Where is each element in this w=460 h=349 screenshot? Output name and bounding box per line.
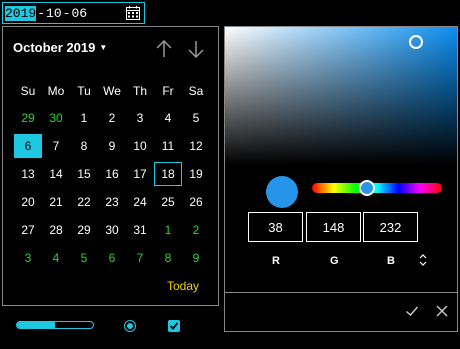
weekday-label: Tu — [77, 84, 91, 98]
red-label: R — [272, 255, 280, 267]
calendar-day[interactable]: 7 — [126, 246, 154, 270]
year-segment[interactable]: 2019 — [5, 5, 37, 21]
calendar-week-row: 27 28 29 30 31 1 2 — [14, 218, 210, 242]
calendar-day[interactable]: 3 — [126, 106, 154, 130]
calendar-day[interactable]: 19 — [182, 162, 210, 186]
weekday-label: Su — [20, 84, 36, 98]
arrow-down-icon[interactable] — [187, 39, 205, 59]
calendar-icon[interactable] — [125, 5, 141, 21]
calendar-day[interactable]: 5 — [70, 246, 98, 270]
calendar-day[interactable]: 20 — [14, 190, 42, 214]
calendar-day[interactable]: 30 — [98, 218, 126, 242]
hue-slider[interactable] — [312, 183, 442, 193]
divider — [225, 292, 457, 293]
calendar-day[interactable]: 12 — [182, 134, 210, 158]
saturation-handle[interactable] — [409, 35, 423, 49]
calendar-day[interactable]: 30 — [42, 106, 70, 130]
calendar-day[interactable]: 21 — [42, 190, 70, 214]
calendar-day[interactable]: 15 — [70, 162, 98, 186]
calendar-day[interactable]: 27 — [14, 218, 42, 242]
checkbox[interactable] — [168, 320, 180, 332]
today-button[interactable]: Today — [167, 279, 199, 293]
calendar-day[interactable]: 17 — [126, 162, 154, 186]
calendar-day[interactable]: 9 — [182, 246, 210, 270]
weekday-label: Fr — [162, 84, 174, 98]
date-separator: - — [62, 5, 71, 21]
month-year-label: October 2019 — [13, 40, 96, 55]
blue-label: B — [387, 255, 395, 267]
weekday-label: Th — [132, 84, 147, 98]
calendar-day[interactable]: 3 — [14, 246, 42, 270]
calendar-day[interactable]: 11 — [154, 134, 182, 158]
month-year-selector[interactable]: October 2019 ▼ — [13, 40, 107, 55]
today-day[interactable]: 18 — [154, 162, 182, 186]
calendar-day[interactable]: 2 — [98, 106, 126, 130]
calendar-popup: October 2019 ▼ Su Mo Tu We Th Fr Sa 29 30… — [2, 26, 219, 306]
hue-handle[interactable] — [359, 180, 375, 196]
caret-down-icon: ▼ — [99, 43, 108, 52]
calendar-day[interactable]: 13 — [14, 162, 42, 186]
progress-slider[interactable] — [16, 321, 94, 329]
calendar-day[interactable]: 16 — [98, 162, 126, 186]
saturation-area[interactable] — [225, 27, 457, 165]
radio-dot — [127, 323, 133, 329]
close-icon[interactable] — [435, 304, 449, 318]
weekday-label: We — [103, 84, 121, 98]
calendar-day[interactable]: 1 — [154, 218, 182, 242]
calendar-day[interactable]: 9 — [98, 134, 126, 158]
weekday-label: Mo — [47, 84, 65, 98]
calendar-day[interactable]: 28 — [42, 218, 70, 242]
calendar-week-row: 3456789 — [14, 246, 210, 270]
calendar-week-row: 20 21 22 23 24 25 26 — [14, 190, 210, 214]
weekday-header: Su Mo Tu We Th Fr Sa — [14, 79, 210, 103]
month-segment[interactable]: 10 — [46, 6, 62, 21]
calendar-day[interactable]: 29 — [14, 106, 42, 130]
calendar-day[interactable]: 24 — [126, 190, 154, 214]
calendar-day[interactable]: 4 — [42, 246, 70, 270]
calendar-day[interactable]: 31 — [126, 218, 154, 242]
calendar-day[interactable]: 25 — [154, 190, 182, 214]
calendar-day[interactable]: 14 — [42, 162, 70, 186]
check-icon[interactable] — [405, 304, 419, 318]
calendar-day[interactable]: 2 — [182, 218, 210, 242]
green-label: G — [330, 255, 339, 267]
blue-input[interactable]: 232 — [363, 212, 418, 242]
calendar-day[interactable]: 7 — [42, 134, 70, 158]
color-picker: 38 148 232 R G B — [224, 26, 458, 332]
color-swatch — [266, 176, 298, 208]
calendar-day[interactable]: 26 — [182, 190, 210, 214]
calendar-day[interactable]: 6 — [98, 246, 126, 270]
weekday-label: Sa — [188, 84, 204, 98]
calendar-day[interactable]: 23 — [98, 190, 126, 214]
green-input[interactable]: 148 — [306, 212, 361, 242]
calendar-week-row: 13 14 15 16 17 18 19 — [14, 162, 210, 186]
calendar-week-row: 29 30 1 2 3 4 5 — [14, 106, 210, 130]
arrow-up-icon[interactable] — [155, 39, 173, 59]
calendar-day[interactable]: 10 — [126, 134, 154, 158]
calendar-day[interactable]: 22 — [70, 190, 98, 214]
red-input[interactable]: 38 — [248, 212, 303, 242]
day-segment[interactable]: 06 — [71, 6, 87, 21]
calendar-day[interactable]: 1 — [70, 106, 98, 130]
up-down-arrows-icon[interactable] — [419, 254, 427, 266]
radio-button[interactable] — [124, 320, 136, 332]
slider-fill — [17, 322, 55, 328]
calendar-day[interactable]: 29 — [70, 218, 98, 242]
date-input[interactable]: 2019 - 10 - 06 — [2, 2, 145, 24]
date-separator: - — [37, 5, 46, 21]
calendar-day[interactable]: 8 — [154, 246, 182, 270]
calendar-day[interactable]: 8 — [70, 134, 98, 158]
selected-day[interactable]: 6 — [14, 134, 42, 158]
calendar-week-row: 6 7 8 9 10 11 12 — [14, 134, 210, 158]
calendar-day[interactable]: 5 — [182, 106, 210, 130]
calendar-day[interactable]: 4 — [154, 106, 182, 130]
